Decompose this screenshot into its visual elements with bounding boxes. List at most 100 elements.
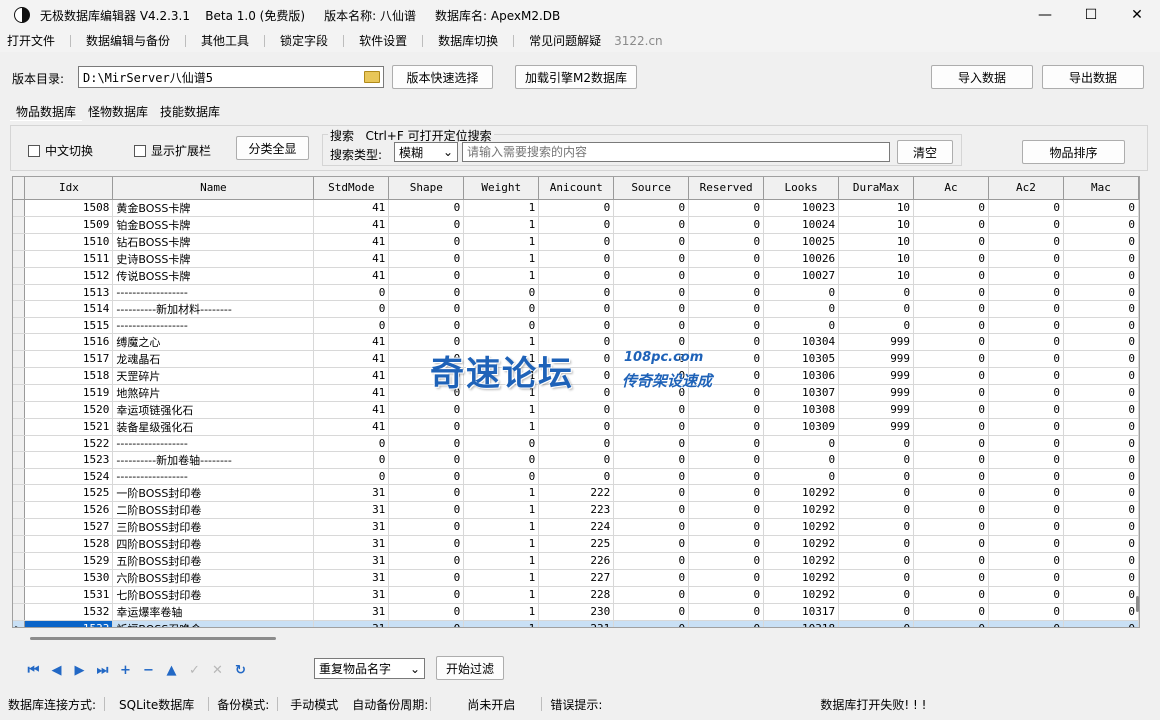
table-cell[interactable]: 0 [1063,535,1139,553]
table-row[interactable]: 1529 五阶BOSS封印卷 31 0 1 226 0 0 10292 0 0 0 0 [13,552,1139,570]
table-cell[interactable]: 0 [538,317,615,334]
table-cell[interactable]: 0 [688,418,765,436]
cell-idx[interactable]: 1508 [24,199,114,217]
table-cell[interactable]: 0 [538,468,615,485]
table-cell[interactable]: 0 [913,586,989,604]
table-cell[interactable]: 0 [613,435,690,452]
table-cell[interactable]: 41 [313,267,390,285]
cell-name[interactable]: 天罡碎片 [112,367,315,385]
table-cell[interactable]: 0 [388,535,465,553]
table-cell[interactable]: 10305 [763,350,840,368]
table-cell[interactable]: 31 [313,603,390,621]
table-cell[interactable]: 0 [1063,284,1139,301]
table-cell[interactable]: 31 [313,569,390,587]
table-cell[interactable]: 0 [913,484,989,502]
column-header[interactable]: Looks [763,177,840,200]
table-cell[interactable]: 31 [313,620,390,627]
menu-settings[interactable]: 软件设置 [352,30,414,52]
table-cell[interactable]: 0 [613,484,690,502]
table-cell[interactable]: 0 [988,451,1064,469]
table-cell[interactable]: 0 [913,333,989,351]
cell-idx[interactable]: 1527 [24,518,114,536]
cell-name[interactable]: ----------新加材料-------- [112,300,315,318]
table-cell[interactable]: 41 [313,401,390,419]
cell-name[interactable]: 黄金BOSS卡牌 [112,199,315,217]
row-indicator[interactable] [13,535,26,553]
table-cell[interactable]: 0 [388,468,465,485]
table-cell[interactable]: 1 [463,267,540,285]
table-cell[interactable]: 0 [688,384,765,402]
table-cell[interactable]: 0 [988,535,1064,553]
table-cell[interactable]: 0 [538,435,615,452]
table-row[interactable]: 1513 ------------------ 0 0 0 0 0 0 0 0 0 0 0 [13,284,1139,301]
table-cell[interactable]: 0 [688,535,765,553]
table-cell[interactable]: 0 [688,569,765,587]
table-cell[interactable]: 0 [988,367,1064,385]
table-cell[interactable]: 0 [1063,216,1139,234]
row-indicator[interactable] [13,518,26,536]
table-cell[interactable]: 0 [913,267,989,285]
cell-idx[interactable]: 1522 [24,435,114,452]
table-cell[interactable]: 10025 [763,233,840,251]
menu-lock-fields[interactable]: 锁定字段 [273,30,335,52]
table-cell[interactable]: 0 [988,284,1064,301]
table-cell[interactable]: 0 [838,603,915,621]
table-cell[interactable]: 0 [838,569,915,587]
table-cell[interactable]: 10292 [763,552,840,570]
table-cell[interactable]: 0 [538,451,615,469]
table-cell[interactable]: 0 [463,451,540,469]
row-indicator[interactable] [13,317,26,334]
table-cell[interactable]: 0 [838,468,915,485]
cell-idx[interactable]: 1532 [24,603,114,621]
column-header[interactable]: Ac2 [988,177,1064,200]
table-cell[interactable]: 0 [388,367,465,385]
table-cell[interactable]: 0 [688,367,765,385]
table-cell[interactable]: 41 [313,350,390,368]
table-cell[interactable]: 999 [838,401,915,419]
duplicate-filter-select[interactable]: 重复物品名字 ⌄ [314,658,425,679]
table-cell[interactable]: 0 [538,250,615,268]
table-cell[interactable]: 0 [538,367,615,385]
table-cell[interactable]: 0 [463,435,540,452]
cell-name[interactable]: 二阶BOSS封印卷 [112,501,315,519]
table-cell[interactable]: 0 [1063,586,1139,604]
table-cell[interactable]: 0 [613,468,690,485]
table-cell[interactable]: 0 [913,199,989,217]
table-row[interactable]: 1511 史诗BOSS卡牌 41 0 1 0 0 0 10026 10 0 0 0 [13,250,1139,268]
cancel-record-icon[interactable]: ✕ [206,660,229,680]
table-cell[interactable]: 0 [913,250,989,268]
cell-name[interactable]: 缚魔之心 [112,333,315,351]
table-row[interactable]: 1530 六阶BOSS封印卷 31 0 1 227 0 0 10292 0 0 0 0 [13,569,1139,587]
horizontal-scrollbar[interactable] [30,637,276,640]
row-indicator[interactable] [13,199,26,217]
table-cell[interactable]: 0 [388,250,465,268]
table-cell[interactable]: 0 [988,233,1064,251]
table-row[interactable]: 1515 ------------------ 0 0 0 0 0 0 0 0 0 0 0 [13,317,1139,334]
table-cell[interactable]: 10 [838,250,915,268]
table-cell[interactable]: 0 [613,350,690,368]
table-cell[interactable]: 0 [988,435,1064,452]
table-cell[interactable]: 10317 [763,603,840,621]
table-cell[interactable]: 0 [913,535,989,553]
table-cell[interactable]: 41 [313,333,390,351]
search-input[interactable] [462,142,890,162]
row-indicator[interactable] [13,233,26,251]
table-cell[interactable]: 0 [988,518,1064,536]
table-row[interactable]: 1528 四阶BOSS封印卷 31 0 1 225 0 0 10292 0 0 0 0 [13,535,1139,553]
table-cell[interactable]: 223 [538,501,615,519]
table-cell[interactable]: 41 [313,384,390,402]
table-cell[interactable]: 0 [388,350,465,368]
table-cell[interactable]: 0 [613,401,690,419]
table-cell[interactable]: 0 [1063,350,1139,368]
prev-record-icon[interactable]: ◀ [45,660,68,680]
table-row[interactable]: 1532 幸运爆率卷轴 31 0 1 230 0 0 10317 0 0 0 0 [13,603,1139,621]
cell-name[interactable]: 幸运项链强化石 [112,401,315,419]
table-cell[interactable]: 0 [913,216,989,234]
insert-record-icon[interactable]: + [114,660,137,680]
table-cell[interactable]: 1 [463,535,540,553]
column-header[interactable]: DuraMax [838,177,915,200]
table-cell[interactable]: 0 [463,284,540,301]
quick-select-button[interactable]: 版本快速选择 [392,65,493,89]
cell-name[interactable]: 地煞碎片 [112,384,315,402]
menu-other-tools[interactable]: 其他工具 [194,30,256,52]
